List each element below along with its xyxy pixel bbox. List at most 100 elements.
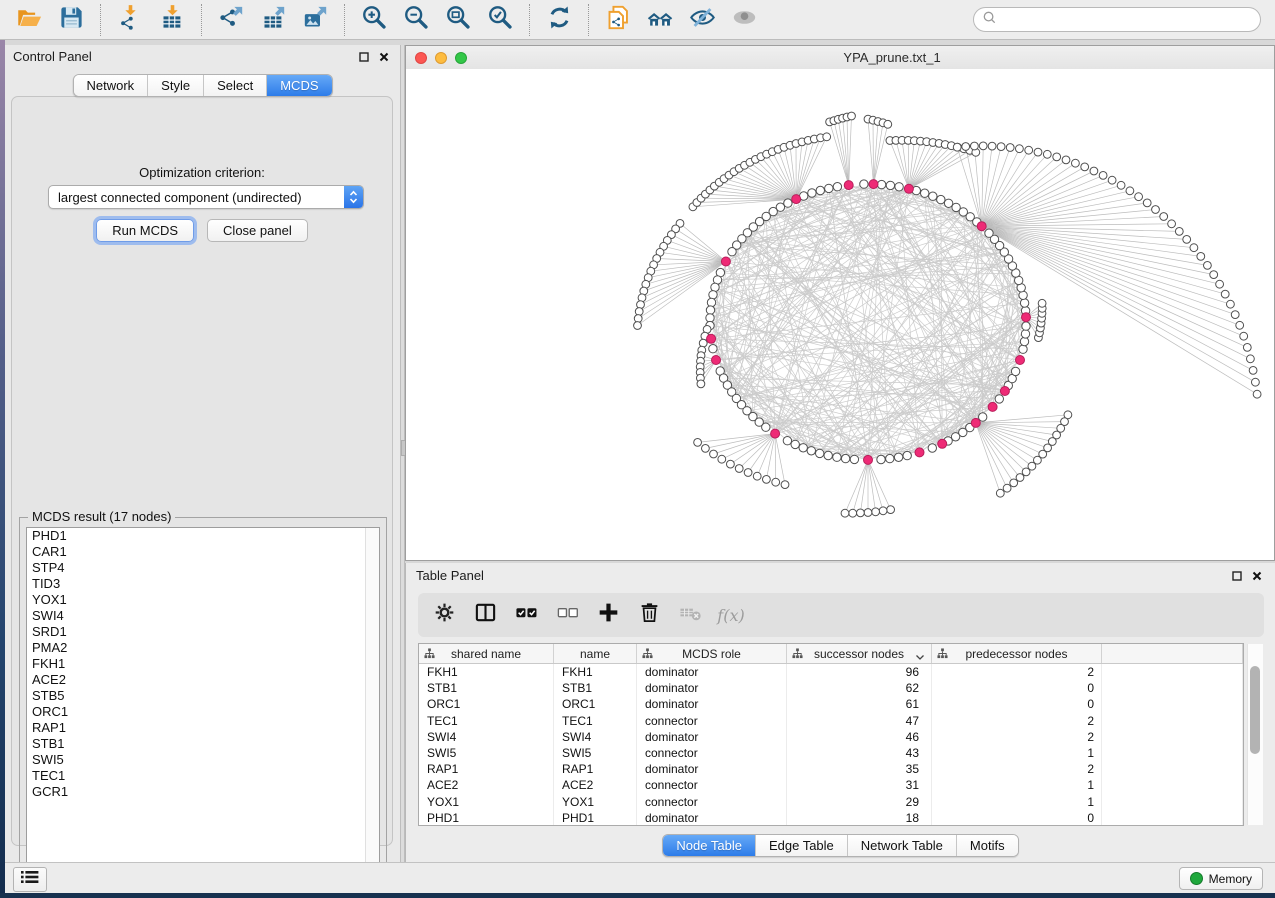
network-window: YPA_prune.txt_1 bbox=[405, 45, 1275, 561]
float-icon[interactable] bbox=[356, 49, 372, 65]
tab-style[interactable]: Style bbox=[148, 75, 204, 96]
mcds-result-item[interactable]: PMA2 bbox=[27, 640, 379, 656]
mcds-result-item[interactable]: STB5 bbox=[27, 688, 379, 704]
zoom-out-button[interactable] bbox=[400, 4, 432, 36]
table-row[interactable]: YOX1YOX1connector291 bbox=[419, 794, 1243, 810]
close-icon[interactable] bbox=[1249, 568, 1265, 584]
table-cell: connector bbox=[637, 777, 787, 793]
column-header-predecessor-nodes[interactable]: predecessor nodes bbox=[932, 644, 1102, 663]
table-row[interactable]: SWI5SWI5connector431 bbox=[419, 745, 1243, 761]
list-icon bbox=[21, 870, 39, 889]
mcds-result-item[interactable]: PHD1 bbox=[27, 528, 379, 544]
mcds-result-item[interactable]: SRD1 bbox=[27, 624, 379, 640]
maximize-window-icon[interactable] bbox=[455, 52, 467, 64]
select-all-button[interactable] bbox=[514, 603, 538, 627]
mcds-result-item[interactable]: ORC1 bbox=[27, 704, 379, 720]
mcds-result-item[interactable]: ACE2 bbox=[27, 672, 379, 688]
open-session-button[interactable] bbox=[13, 4, 45, 36]
mcds-result-item[interactable]: STB1 bbox=[27, 736, 379, 752]
float-icon[interactable] bbox=[1229, 568, 1245, 584]
tab-network-table[interactable]: Network Table bbox=[848, 835, 957, 856]
mcds-result-item[interactable]: RAP1 bbox=[27, 720, 379, 736]
add-row-button[interactable] bbox=[596, 603, 620, 627]
first-neighbors-button[interactable] bbox=[644, 4, 676, 36]
split-view-button[interactable] bbox=[473, 603, 497, 627]
mcds-result-item[interactable]: YOX1 bbox=[27, 592, 379, 608]
zoom-in-button[interactable] bbox=[358, 4, 390, 36]
table-row[interactable]: SWI4SWI4dominator462 bbox=[419, 729, 1243, 745]
hide-selected-button[interactable] bbox=[686, 4, 718, 36]
export-image-button[interactable] bbox=[299, 4, 331, 36]
tab-mcds[interactable]: MCDS bbox=[267, 75, 331, 96]
table-cell: SWI4 bbox=[554, 729, 637, 745]
mcds-result-item[interactable]: TEC1 bbox=[27, 768, 379, 784]
mcds-result-list[interactable]: PHD1CAR1STP4TID3YOX1SWI4SRD1PMA2FKH1ACE2… bbox=[26, 527, 380, 878]
table-row[interactable]: PHD1PHD1dominator180 bbox=[419, 810, 1243, 826]
column-header-shared-name[interactable]: shared name bbox=[419, 644, 554, 663]
tab-network[interactable]: Network bbox=[73, 75, 148, 96]
mcds-result-item[interactable]: STP4 bbox=[27, 560, 379, 576]
import-table-button[interactable] bbox=[156, 4, 188, 36]
export-table-button[interactable] bbox=[257, 4, 289, 36]
memory-button[interactable]: Memory bbox=[1179, 867, 1263, 890]
run-mcds-button[interactable]: Run MCDS bbox=[96, 219, 194, 242]
import-network-icon bbox=[117, 4, 144, 36]
deselect-all-button[interactable] bbox=[555, 603, 579, 627]
table-cell: 2 bbox=[932, 713, 1102, 729]
search-box bbox=[973, 7, 1261, 32]
close-panel-button[interactable]: Close panel bbox=[207, 219, 308, 242]
table-row[interactable]: RAP1RAP1dominator352 bbox=[419, 761, 1243, 777]
table-row[interactable]: FKH1FKH1dominator962 bbox=[419, 664, 1243, 680]
delete-table-button bbox=[678, 603, 702, 627]
table-cell: ORC1 bbox=[554, 696, 637, 712]
tab-motifs[interactable]: Motifs bbox=[957, 835, 1018, 856]
table-cell: SWI5 bbox=[419, 745, 554, 761]
mcds-result-group: MCDS result (17 nodes) PHD1CAR1STP4TID3Y… bbox=[19, 517, 387, 885]
show-all-button[interactable] bbox=[728, 4, 760, 36]
table-row[interactable]: ORC1ORC1dominator610 bbox=[419, 696, 1243, 712]
zoom-fit-button[interactable] bbox=[442, 4, 474, 36]
column-header-successor-nodes[interactable]: successor nodes bbox=[787, 644, 932, 663]
toolbar-separator bbox=[344, 4, 345, 36]
column-header-name[interactable]: name bbox=[554, 644, 637, 663]
node-table: shared namenameMCDS rolesuccessor nodesp… bbox=[418, 643, 1244, 826]
export-network-button[interactable] bbox=[215, 4, 247, 36]
table-row[interactable]: ACE2ACE2connector311 bbox=[419, 777, 1243, 793]
save-session-button[interactable] bbox=[55, 4, 87, 36]
mcds-result-item[interactable]: GCR1 bbox=[27, 784, 379, 800]
delete-table-icon bbox=[679, 601, 702, 629]
table-cell: dominator bbox=[637, 729, 787, 745]
table-row[interactable]: STB1STB1dominator620 bbox=[419, 680, 1243, 696]
table-scrollbar-thumb[interactable] bbox=[1250, 666, 1260, 754]
tab-select[interactable]: Select bbox=[204, 75, 267, 96]
column-settings-button[interactable] bbox=[432, 603, 456, 627]
network-title: YPA_prune.txt_1 bbox=[843, 50, 940, 65]
refresh-layout-button[interactable] bbox=[543, 4, 575, 36]
close-icon[interactable] bbox=[376, 49, 392, 65]
table-cell: ORC1 bbox=[419, 696, 554, 712]
column-header-MCDS-role[interactable]: MCDS role bbox=[637, 644, 787, 663]
control-panel-title: Control Panel bbox=[13, 49, 352, 64]
table-scrollbar[interactable] bbox=[1247, 644, 1263, 825]
show-panels-button[interactable] bbox=[13, 867, 47, 892]
mcds-list-scrollbar[interactable] bbox=[365, 528, 379, 877]
network-canvas[interactable] bbox=[406, 69, 1274, 560]
table-row[interactable]: TEC1TEC1connector472 bbox=[419, 713, 1243, 729]
tab-node-table[interactable]: Node Table bbox=[663, 835, 756, 856]
mcds-result-item[interactable]: TID3 bbox=[27, 576, 379, 592]
delete-row-icon bbox=[638, 601, 661, 629]
minimize-window-icon[interactable] bbox=[435, 52, 447, 64]
mcds-result-item[interactable]: FKH1 bbox=[27, 656, 379, 672]
delete-row-button[interactable] bbox=[637, 603, 661, 627]
criterion-dropdown[interactable]: largest connected component (undirected) bbox=[48, 185, 364, 209]
mcds-result-item[interactable]: CAR1 bbox=[27, 544, 379, 560]
mcds-result-item[interactable]: SWI4 bbox=[27, 608, 379, 624]
zoom-selected-button[interactable] bbox=[484, 4, 516, 36]
tab-edge-table[interactable]: Edge Table bbox=[756, 835, 848, 856]
import-network-button[interactable] bbox=[114, 4, 146, 36]
mcds-result-item[interactable]: SWI5 bbox=[27, 752, 379, 768]
table-toolbar: f(x) bbox=[418, 593, 1264, 637]
close-window-icon[interactable] bbox=[415, 52, 427, 64]
search-input[interactable] bbox=[1002, 11, 1251, 28]
duplicate-network-button[interactable] bbox=[602, 4, 634, 36]
